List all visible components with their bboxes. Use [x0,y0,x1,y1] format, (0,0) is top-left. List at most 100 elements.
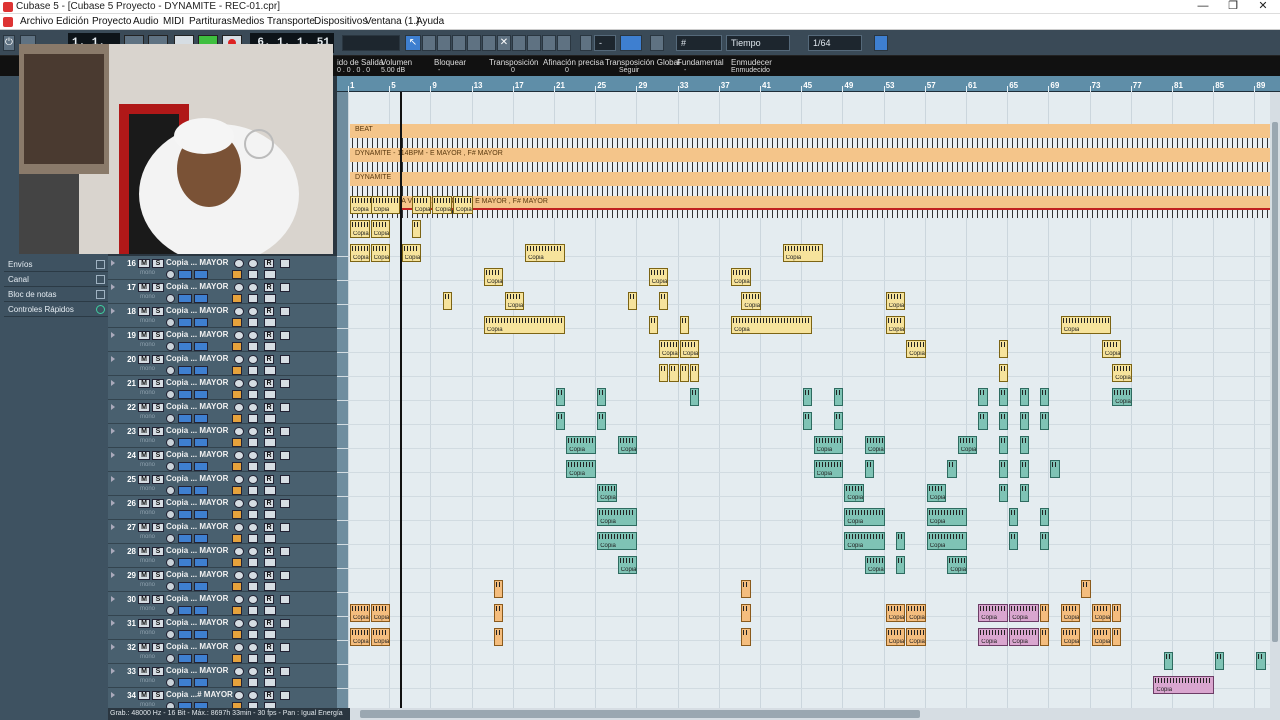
mute-button[interactable]: M [138,259,150,268]
timebase-icon[interactable] [248,462,258,471]
mute-button[interactable]: M [138,427,150,436]
audio-event[interactable]: Copia [597,532,638,550]
expand-track-icon[interactable] [111,284,115,290]
audio-event[interactable]: Copia [350,244,370,262]
lane-button[interactable] [194,486,208,495]
audio-event[interactable] [998,340,1009,358]
audio-event[interactable]: Copia [401,244,422,262]
read-automation-button[interactable]: R [264,523,274,532]
track-row[interactable]: 22 M S Copia ... MAYOR mono R [108,400,337,424]
write-automation-button[interactable] [280,691,290,700]
monitor-button[interactable] [178,582,192,591]
mute-button[interactable]: M [138,547,150,556]
lanes-icon[interactable] [264,438,276,447]
audio-event[interactable]: Copia [1009,604,1040,622]
audio-event[interactable] [803,412,813,430]
monitor-button[interactable] [178,270,192,279]
record-enable-button[interactable] [248,307,258,316]
audio-event[interactable] [803,388,813,406]
audio-event[interactable]: Copia [350,220,370,238]
monitor-record-button[interactable] [234,355,244,364]
audio-event[interactable] [659,364,669,382]
audio-event[interactable]: Copia [906,604,926,622]
top-lane-event[interactable]: BEAT [350,124,1270,138]
activate-project-button[interactable]: ⏻ [3,35,15,51]
split-tool[interactable] [437,35,451,51]
expand-track-icon[interactable] [111,620,115,626]
read-automation-button[interactable]: R [264,547,274,556]
menu-proyecto[interactable]: Proyecto [92,16,131,27]
solo-button[interactable]: S [152,379,164,388]
lock-icon[interactable] [232,606,242,615]
audio-event[interactable] [834,388,844,406]
audio-event[interactable]: Copia [947,556,967,574]
top-lane-event[interactable]: DYNAMITE [350,172,1270,186]
timebase-icon[interactable] [248,294,258,303]
record-enable-button[interactable] [248,475,258,484]
expand-track-icon[interactable] [111,572,115,578]
autoscroll-button[interactable] [580,35,592,51]
expand-track-icon[interactable] [111,476,115,482]
audio-event[interactable]: Copia [411,196,432,214]
audio-event[interactable] [741,628,751,646]
mute-button[interactable]: M [138,379,150,388]
audio-event[interactable]: Copia [504,292,525,310]
audio-event[interactable] [947,460,957,478]
read-automation-button[interactable]: R [264,667,274,676]
audio-event[interactable]: Copia [597,484,617,502]
audio-event[interactable]: Copia [978,604,1009,622]
audio-event[interactable]: Copia [1009,628,1040,646]
edit-channel-button[interactable] [166,630,175,639]
audio-event[interactable]: Copia [1060,316,1112,334]
edit-channel-button[interactable] [166,318,175,327]
lock-icon[interactable] [232,534,242,543]
lanes-icon[interactable] [264,606,276,615]
solo-button[interactable]: S [152,451,164,460]
audio-event[interactable] [1019,388,1029,406]
lock-icon[interactable] [232,462,242,471]
expand-track-icon[interactable] [111,524,115,530]
menu-partituras[interactable]: Partituras [189,16,232,27]
track-row[interactable]: 17 M S Copia ... MAYOR mono R [108,280,337,304]
solo-button[interactable]: S [152,595,164,604]
timebase-icon[interactable] [248,270,258,279]
audio-event[interactable]: Copia [483,316,566,334]
audio-event[interactable]: Copia [1060,604,1081,622]
lane-button[interactable] [194,510,208,519]
lane-button[interactable] [194,366,208,375]
track-name[interactable]: Copia ... MAYOR [166,642,228,651]
mute-button[interactable]: M [138,571,150,580]
track-row[interactable]: 28 M S Copia ... MAYOR mono R [108,544,337,568]
lane-button[interactable] [194,630,208,639]
audio-event[interactable]: Copia [885,292,906,310]
timebase-icon[interactable] [248,558,258,567]
lock-icon[interactable] [232,318,242,327]
top-lane-event[interactable]: DYNAMITE - 1A VOXXXX - 114BPM - E MAYOR … [350,196,1270,208]
track-row[interactable]: 21 M S Copia ... MAYOR mono R [108,376,337,400]
audio-event[interactable]: Copia [370,604,391,622]
write-automation-button[interactable] [280,451,290,460]
track-row[interactable]: 34 M S Copia ...# MAYOR mono R [108,688,337,708]
monitor-button[interactable] [178,390,192,399]
expand-track-icon[interactable] [111,668,115,674]
mute-tool[interactable]: ✕ [497,35,511,51]
monitor-button[interactable] [178,438,192,447]
lane-button[interactable] [194,534,208,543]
solo-button[interactable]: S [152,643,164,652]
record-enable-button[interactable] [248,259,258,268]
track-name[interactable]: Copia ... MAYOR [166,330,228,339]
audio-event[interactable]: Copia [566,460,597,478]
grid-type-selector[interactable]: Tiempo [726,35,790,51]
lane-button[interactable] [194,318,208,327]
mute-button[interactable]: M [138,451,150,460]
lanes-icon[interactable] [264,654,276,663]
info-value-mute[interactable]: Enmudecido [731,67,770,74]
record-enable-button[interactable] [248,379,258,388]
audio-event[interactable]: Copia [957,436,978,454]
project-cursor[interactable] [400,92,402,708]
monitor-button[interactable] [178,630,192,639]
menu-edicion[interactable]: Edición [56,16,89,27]
menu-archivo[interactable]: Archivo [20,16,53,27]
monitor-record-button[interactable] [234,451,244,460]
track-name[interactable]: Copia ... MAYOR [166,522,228,531]
